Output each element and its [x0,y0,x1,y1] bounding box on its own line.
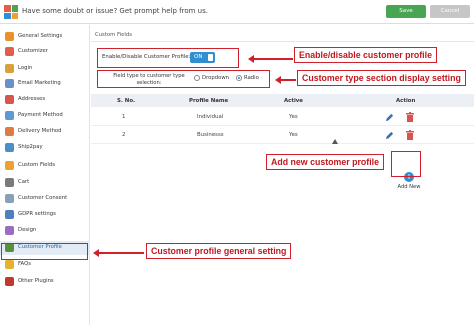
sidebar-item-label: Custom Fields [18,162,55,168]
col-sno: S. No. [117,98,136,104]
callout-type: Customer type section display setting [297,70,466,86]
col-profile-name: Profile Name [189,98,229,104]
table-header: S. No. Profile Name Active Action [91,94,474,107]
help-message: Have some doubt or issue? Get prompt hel… [22,7,208,15]
highlight-enable-toggle [97,48,239,68]
divider [91,41,474,42]
sidebar-item[interactable]: Delivery Method [0,125,90,139]
sidebar-item-label: Cart [18,179,30,185]
app-logo-icon [4,5,18,19]
fields-icon [5,161,14,170]
faq-icon [5,260,14,269]
cell-sno: 1 [122,114,126,120]
sidebar-item[interactable]: Email Marketing [0,77,90,91]
sidebar-item-label: Payment Method [18,112,63,118]
sidebar-item-label: Customer Consent [18,195,68,201]
sidebar-item[interactable]: Ship2pay [0,141,90,155]
col-active: Active [284,98,303,104]
cancel-button[interactable]: Cancel [430,5,470,18]
sidebar-item[interactable]: FAQs [0,258,90,272]
plugins-icon [5,277,14,286]
breadcrumb: Custom Fields [95,32,132,38]
sidebar-item[interactable]: Other Plugins [0,275,90,289]
sidebar-item[interactable]: Customer Consent [0,192,90,206]
palette-icon [5,47,14,56]
cell-profile-name: Businesss [197,132,224,138]
cell-sno: 2 [122,132,126,138]
delete-icon[interactable] [406,112,414,122]
key-icon [5,64,14,73]
sidebar-item[interactable]: GDPR settings [0,208,90,222]
table-row: 1 Individual Yes [91,108,474,126]
cart-icon [5,178,14,187]
highlight-add-new [391,151,421,177]
save-button[interactable]: Save [386,5,426,18]
callout-add: Add new customer profile [266,154,385,170]
sidebar-item[interactable]: Payment Method [0,109,90,123]
cell-profile-name: Individual [197,114,224,120]
sidebar-item[interactable]: Custom Fields [0,159,90,173]
sidebar-item[interactable]: Login [0,62,90,76]
email-icon [5,79,14,88]
mouse-cursor-icon [332,139,338,144]
sidebar-item[interactable]: General Settings [0,30,90,44]
cell-active: Yes [289,132,298,138]
sidebar: General Settings Customizer Login Email Mar… [0,25,90,325]
truck-icon [5,127,14,136]
sidebar-item-label: GDPR settings [18,211,56,217]
sidebar-item[interactable]: Design [0,224,90,238]
sidebar-item-label: Login [18,65,33,71]
arrow-type [275,76,296,83]
sidebar-item-label: General Settings [18,33,63,39]
sidebar-item-label: Customizer [18,48,48,54]
arrow-enable [248,55,293,62]
cell-active: Yes [289,114,298,120]
sidebar-item[interactable]: Customizer [0,45,90,59]
wrench-icon [5,32,14,41]
callout-general: Customer profile general setting [146,243,292,259]
table-row: 2 Businesss Yes [91,126,474,144]
gdpr-icon [5,210,14,219]
edit-icon[interactable] [385,131,394,140]
design-icon [5,226,14,235]
delete-icon[interactable] [406,130,414,140]
ship-icon [5,143,14,152]
col-action: Action [396,98,416,104]
sidebar-item[interactable]: Cart [0,176,90,190]
sidebar-item-label: FAQs [18,261,32,267]
sidebar-item-label: Design [18,227,37,233]
highlight-field-type [97,70,270,88]
arrow-general [93,249,144,256]
location-icon [5,95,14,104]
sidebar-item-label: Other Plugins [18,278,54,284]
highlight-customer-profile [1,243,88,260]
top-bar: Have some doubt or issue? Get prompt hel… [0,0,474,24]
sidebar-item[interactable]: Addresses [0,93,90,107]
callout-enable: Enable/disable customer profile [294,47,437,63]
edit-icon[interactable] [385,113,394,122]
card-icon [5,111,14,120]
sidebar-item-label: Email Marketing [18,80,61,86]
consent-icon [5,194,14,203]
sidebar-item-label: Delivery Method [18,128,62,134]
add-new-label: Add New [397,184,421,190]
sidebar-item-label: Ship2pay [18,144,43,150]
sidebar-item-label: Addresses [18,96,46,102]
